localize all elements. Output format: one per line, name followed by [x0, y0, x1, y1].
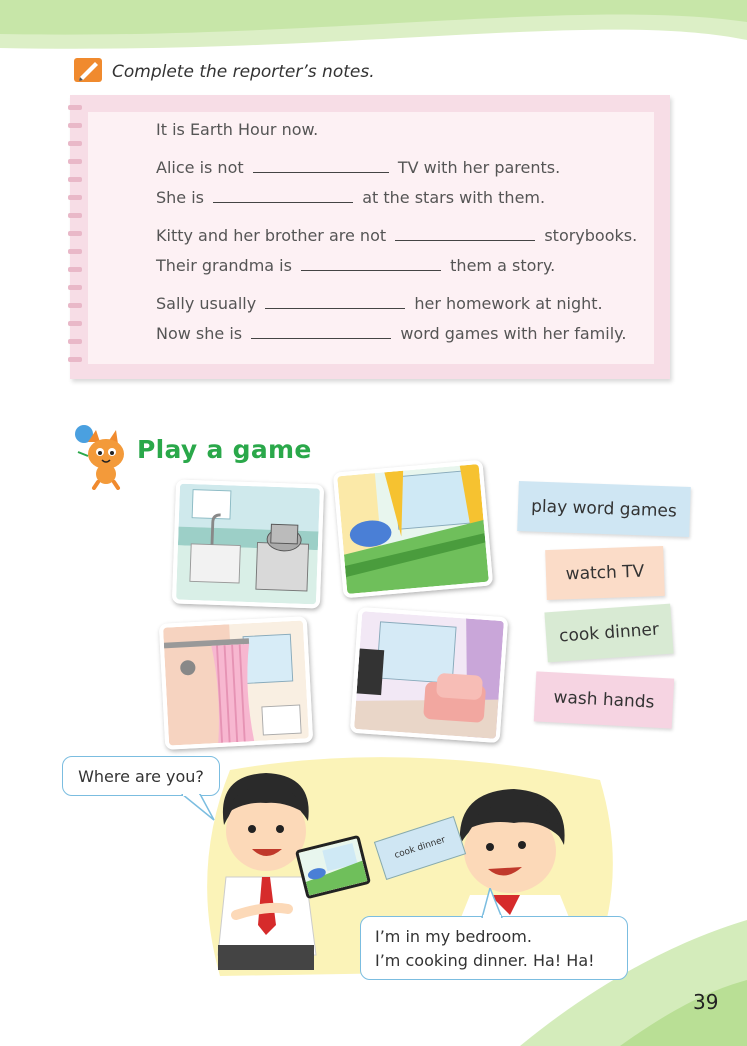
pencil-icon — [74, 58, 102, 82]
note-text: at the stars with them. — [362, 188, 546, 207]
speech-bubble-tail — [180, 794, 215, 821]
answer-blank[interactable] — [301, 257, 442, 271]
note-text: her homework at night. — [414, 294, 603, 313]
bathroom-picture[interactable] — [158, 616, 314, 750]
answer-blank[interactable] — [265, 295, 406, 309]
game-title: Play a game — [137, 435, 312, 464]
notepad-binding — [68, 105, 82, 362]
card-wash-hands[interactable]: wash hands — [533, 671, 675, 729]
note-line-6: Sally usually her homework at night. — [156, 294, 603, 313]
card-cook-dinner[interactable]: cook dinner — [544, 603, 674, 663]
note-text: Now she is — [156, 324, 243, 343]
note-text: storybooks. — [544, 226, 638, 245]
speech-bubble-question: Where are you? — [62, 756, 220, 796]
speech-text-line-1: I’m in my bedroom. — [375, 927, 532, 946]
card-watch-tv[interactable]: watch TV — [545, 545, 665, 601]
card-play-word-games[interactable]: play word games — [517, 481, 691, 537]
note-text: them a story. — [450, 256, 556, 275]
answer-blank[interactable] — [395, 227, 536, 241]
note-line-4: Kitty and her brother are not storybooks… — [156, 226, 637, 245]
notepad-page: It is Earth Hour now. Alice is not TV wi… — [88, 112, 654, 364]
note-text: Kitty and her brother are not — [156, 226, 387, 245]
note-line-5: Their grandma is them a story. — [156, 256, 555, 275]
page-number: 39 — [693, 990, 719, 1014]
instruction-text: Complete the reporter’s notes. — [112, 62, 375, 82]
note-text: word games with her family. — [400, 324, 627, 343]
cat-mascot-icon — [75, 425, 124, 490]
answer-blank[interactable] — [213, 189, 354, 203]
note-text: Their grandma is — [156, 256, 292, 275]
note-line-2: Alice is not TV with her parents. — [156, 158, 560, 177]
bedroom-picture[interactable] — [332, 459, 494, 599]
living-room-picture[interactable] — [349, 606, 509, 744]
reporter-notepad: It is Earth Hour now. Alice is not TV wi… — [68, 95, 670, 379]
speech-text: Where are you? — [78, 766, 204, 786]
note-line-3: She is at the stars with them. — [156, 188, 545, 207]
note-text: It is Earth Hour now. — [156, 120, 319, 139]
kitchen-picture[interactable] — [171, 479, 325, 609]
speech-text-line-2: I’m cooking dinner. Ha! Ha! — [375, 951, 595, 970]
note-text: TV with her parents. — [397, 158, 561, 177]
note-text: She is — [156, 188, 205, 207]
note-line-7: Now she is word games with her family. — [156, 324, 626, 343]
speech-bubble-answer: I’m in my bedroom. I’m cooking dinner. H… — [360, 916, 628, 980]
speech-bubble-tail — [481, 888, 503, 918]
note-line-1: It is Earth Hour now. — [156, 120, 318, 139]
answer-blank[interactable] — [252, 159, 389, 173]
note-text: Sally usually — [156, 294, 257, 313]
note-text: Alice is not — [156, 158, 244, 177]
answer-blank[interactable] — [251, 325, 392, 339]
